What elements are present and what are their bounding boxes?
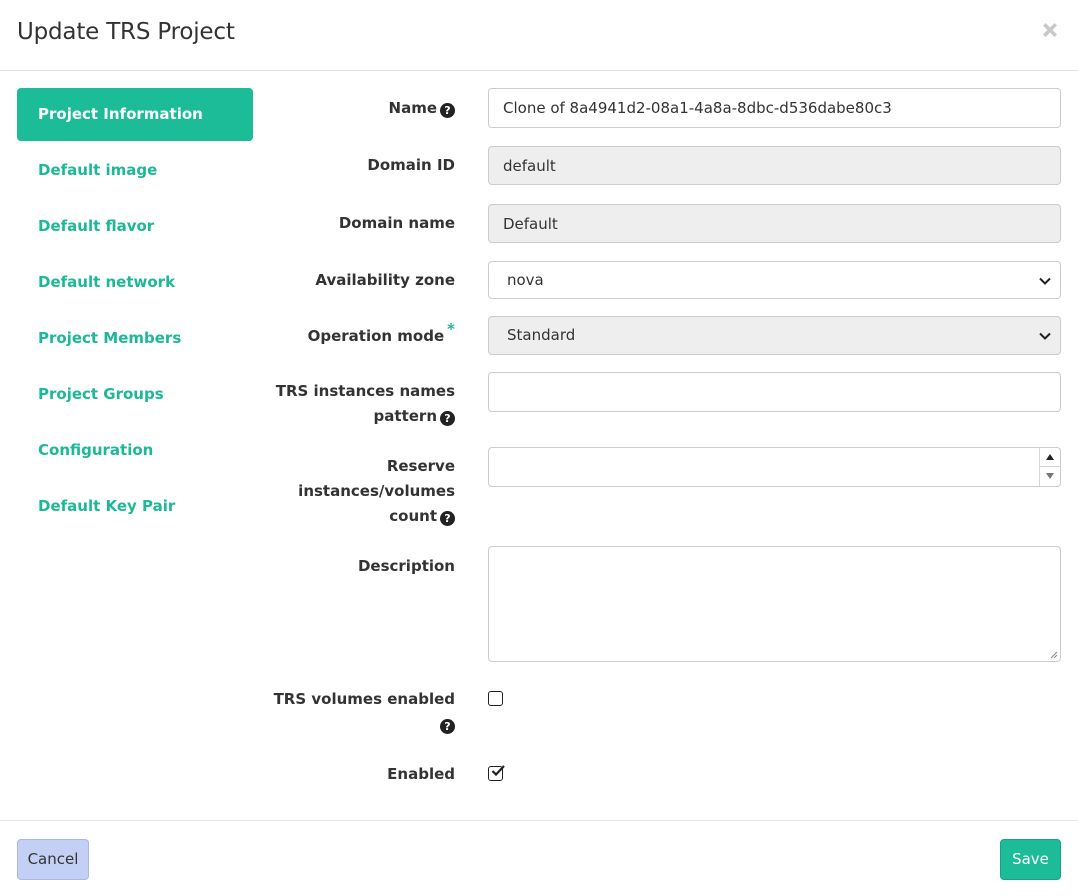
instances-pattern-label-line2: pattern [373, 407, 437, 425]
name-label: Name? [270, 96, 455, 121]
volumes-enabled-checkbox[interactable] [488, 691, 503, 706]
spinner-up-button[interactable] [1040, 448, 1060, 467]
availability-zone-value: nova [507, 271, 544, 289]
domain-name-label: Domain name [338, 214, 455, 232]
name-label-text: Name [388, 99, 437, 117]
reserve-count-label-line3: count [389, 507, 437, 525]
nav-item-default-image[interactable]: Default image [17, 144, 253, 197]
enabled-label: Enabled [387, 765, 455, 783]
volumes-enabled-label-text: TRS volumes enabled [273, 690, 455, 708]
nav-item-configuration[interactable]: Configuration [17, 424, 253, 477]
reserve-count-label-line2: instances/volumes [298, 482, 455, 500]
domain-id-input: default [488, 146, 1061, 185]
chevron-down-icon [1039, 277, 1051, 285]
description-label: Description [357, 557, 455, 575]
instances-pattern-label-line1: TRS instances names [275, 382, 455, 400]
number-spinner [1039, 448, 1060, 486]
modal-footer: Cancel Save [0, 820, 1078, 896]
help-icon[interactable]: ? [440, 411, 455, 426]
help-icon[interactable]: ? [440, 103, 455, 118]
reserve-count-input[interactable] [488, 447, 1061, 487]
nav-item-project-members[interactable]: Project Members [17, 312, 253, 365]
instances-pattern-label-line2-wrap: pattern? [270, 404, 455, 429]
operation-mode-label-text: Operation mode [307, 327, 445, 345]
reserve-count-label-line3-wrap: count? [270, 504, 455, 529]
reserve-count-label-line1: Reserve [386, 457, 455, 475]
instances-pattern-input[interactable] [488, 372, 1061, 412]
caret-down-icon [1046, 473, 1054, 479]
nav-item-project-information[interactable]: Project Information [17, 88, 253, 141]
chevron-down-icon [1039, 332, 1051, 340]
enabled-checkbox[interactable] [488, 765, 505, 781]
modal-header: Update TRS Project [0, 0, 1078, 71]
instances-pattern-label: TRS instances names pattern? [270, 379, 455, 429]
save-button[interactable]: Save [1000, 839, 1061, 880]
check-icon [491, 765, 505, 777]
help-icon[interactable]: ? [440, 719, 455, 734]
nav-item-default-network[interactable]: Default network [17, 256, 253, 309]
domain-name-input: Default [488, 204, 1061, 243]
cancel-button[interactable]: Cancel [17, 839, 89, 880]
operation-mode-label: Operation mode * [270, 320, 455, 349]
availability-zone-select[interactable]: nova [488, 261, 1061, 299]
modal-title: Update TRS Project [17, 19, 235, 45]
help-icon[interactable]: ? [440, 511, 455, 526]
nav-item-default-flavor[interactable]: Default flavor [17, 200, 253, 253]
wizard-nav: Project Information Default image Defaul… [17, 88, 253, 536]
availability-zone-label: Availability zone [315, 271, 455, 289]
nav-item-project-groups[interactable]: Project Groups [17, 368, 253, 421]
reserve-count-label: Reserve instances/volumes count? [270, 454, 455, 529]
update-project-dialog: Update TRS Project Project Information D… [0, 0, 1078, 896]
name-input[interactable]: Clone of 8a4941d2-08a1-4a8a-8dbc-d536dab… [488, 88, 1061, 128]
volumes-enabled-label: TRS volumes enabled ? [270, 687, 455, 737]
operation-mode-value: Standard [507, 326, 576, 344]
volumes-enabled-help-wrap: ? [270, 712, 455, 737]
domain-id-label: Domain ID [367, 156, 455, 174]
nav-item-default-key-pair[interactable]: Default Key Pair [17, 480, 253, 533]
caret-up-icon [1046, 454, 1054, 460]
resize-grip-icon[interactable] [1048, 649, 1058, 659]
spinner-down-button[interactable] [1040, 467, 1060, 486]
description-textarea[interactable] [488, 546, 1061, 662]
close-icon[interactable] [1038, 18, 1062, 42]
operation-mode-select[interactable]: Standard [488, 316, 1061, 355]
required-mark: * [447, 320, 455, 338]
